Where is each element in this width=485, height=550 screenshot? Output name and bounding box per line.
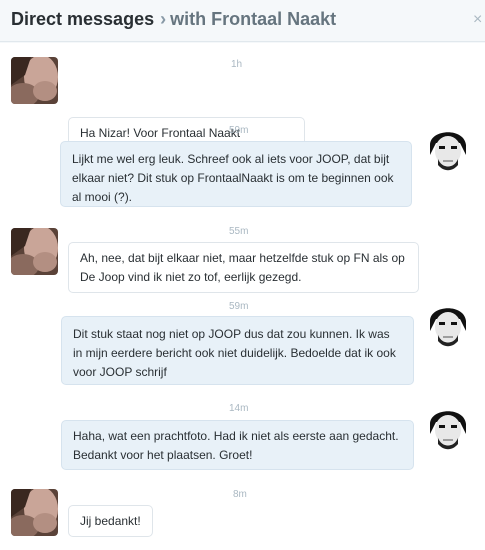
user-avatar[interactable]: [424, 125, 471, 172]
user-avatar[interactable]: [424, 301, 471, 348]
message-timestamp: 55m: [229, 226, 249, 237]
message-bubble: Ah, nee, dat bijt elkaar niet, maar hetz…: [68, 242, 419, 293]
dm-title[interactable]: Direct messages: [11, 9, 154, 29]
user-avatar[interactable]: [424, 404, 471, 451]
dm-header: Direct messages › with Frontaal Naakt ×: [0, 0, 485, 42]
message-timestamp: 59m: [229, 125, 249, 136]
header-title: Direct messages › with Frontaal Naakt: [11, 9, 336, 30]
message-bubble: Haha, wat een prachtfoto. Had ik niet al…: [61, 420, 414, 470]
message-thread[interactable]: 1h Ha Nizar! Voor Frontaal Naakt schrijv…: [0, 43, 485, 550]
contact-avatar[interactable]: [11, 489, 58, 536]
message-timestamp: 1h: [231, 59, 243, 70]
contact-avatar[interactable]: [11, 228, 58, 275]
close-icon[interactable]: ×: [473, 12, 485, 28]
message-bubble: Lijkt me wel erg leuk. Schreef ook al ie…: [60, 141, 412, 207]
message-bubble: Dit stuk staat nog niet op JOOP dus dat …: [61, 316, 414, 385]
message-timestamp: 59m: [229, 301, 249, 312]
message-timestamp: 8m: [233, 489, 247, 500]
contact-avatar[interactable]: [11, 57, 58, 104]
conversation-title: with Frontaal Naakt: [170, 9, 337, 29]
message-bubble: Jij bedankt!: [68, 505, 153, 537]
message-timestamp: 14m: [229, 403, 249, 414]
breadcrumb-separator-icon: ›: [160, 9, 167, 29]
